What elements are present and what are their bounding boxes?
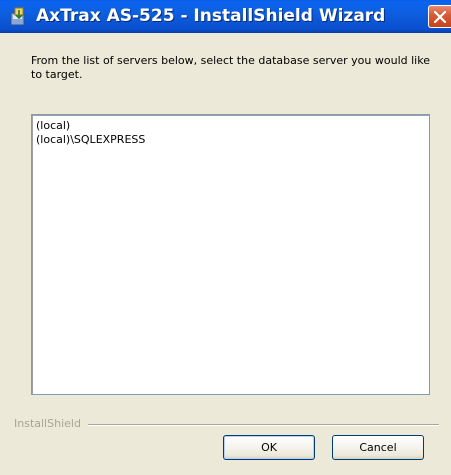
ok-button[interactable]: OK: [223, 435, 315, 460]
window-title: AxTrax AS-525 - InstallShield Wizard: [36, 6, 386, 26]
cancel-button[interactable]: Cancel: [332, 435, 424, 460]
close-icon: [434, 11, 446, 23]
instruction-text: From the list of servers below, select t…: [31, 54, 430, 81]
server-item-sqlexpress[interactable]: (local)\SQLEXPRESS: [36, 133, 145, 147]
server-item-local[interactable]: (local): [36, 119, 70, 133]
installshield-wizard-window: AxTrax AS-525 - InstallShield Wizard Fro…: [0, 0, 451, 475]
installshield-brand-label: InstallShield: [14, 417, 81, 430]
close-button[interactable]: [428, 5, 451, 28]
server-list[interactable]: (local) (local)\SQLEXPRESS: [31, 114, 430, 395]
footer-divider: [88, 424, 439, 426]
title-bar[interactable]: AxTrax AS-525 - InstallShield Wizard: [0, 0, 451, 33]
installer-icon: [10, 7, 28, 27]
